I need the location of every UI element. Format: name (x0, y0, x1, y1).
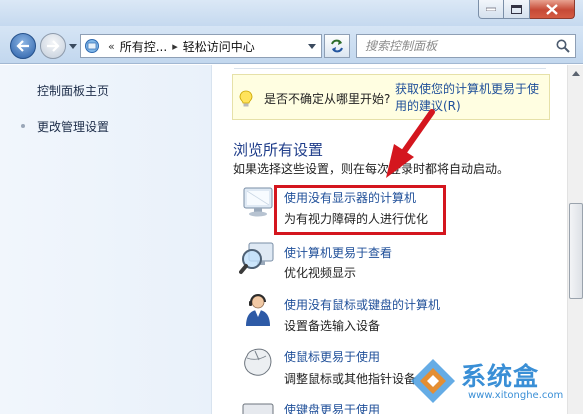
minimize-button[interactable] (478, 0, 504, 19)
setting-desc-no-mouse-keyboard: 设置备选输入设备 (284, 319, 381, 333)
tip-question: 是否不确定从哪里开始? (264, 92, 391, 106)
breadcrumb-separator-icon[interactable]: ▸ (167, 40, 183, 53)
setting-link-easier-to-see[interactable]: 使计算机更易于查看 (284, 244, 392, 261)
magnifier-monitor-icon (239, 242, 274, 274)
scrollbar-thumb[interactable] (569, 203, 583, 299)
setting-link-keyboard-easier[interactable]: 使键盘更易于使用 (284, 401, 380, 414)
search-input[interactable] (357, 35, 551, 57)
setting-desc-easier-to-see: 优化视频显示 (284, 266, 357, 280)
search-box[interactable] (356, 34, 576, 58)
address-bar[interactable]: « 所有控... ▸ 轻松访问中心 (80, 34, 322, 58)
divider (234, 68, 546, 69)
window-controls (478, 0, 575, 19)
chevron-down-icon (69, 43, 77, 49)
navigation-bar: « 所有控... ▸ 轻松访问中心 (0, 26, 583, 64)
mouse-icon (244, 348, 272, 376)
section-description: 如果选择这些设置，则在每次登录时都将自动启动。 (233, 162, 510, 176)
close-button[interactable] (530, 0, 575, 19)
breadcrumb-ease-of-access[interactable]: 轻松访问中心 (183, 38, 255, 55)
bullet-icon (21, 124, 25, 128)
watermark-logo-icon (411, 359, 455, 403)
refresh-icon (331, 39, 343, 53)
highlight-box (274, 185, 446, 235)
scroll-up-button[interactable] (568, 65, 583, 82)
section-heading: 浏览所有设置 (233, 141, 324, 159)
maximize-icon (511, 4, 522, 14)
monitor-icon (243, 187, 273, 217)
watermark-url: www.xitonghe.com (468, 390, 564, 401)
watermark: 系统盒 www.xitonghe.com (408, 352, 583, 414)
setting-link-no-mouse-keyboard[interactable]: 使用没有鼠标或键盘的计算机 (284, 296, 440, 313)
back-button[interactable] (10, 33, 36, 59)
maximize-button[interactable] (504, 0, 530, 19)
title-bar (0, 0, 583, 26)
back-arrow-icon (16, 40, 29, 52)
forward-arrow-icon (47, 40, 60, 52)
recommendations-link[interactable]: 获取使您的计算机更易于使用的建议(R) (395, 81, 545, 115)
close-icon (546, 3, 558, 15)
sidebar-item-control-panel-home[interactable]: 控制面板主页 (37, 82, 109, 99)
minimize-icon (486, 7, 496, 11)
person-headset-icon (246, 294, 270, 326)
address-dropdown-button[interactable] (303, 35, 321, 57)
tip-box: 是否不确定从哪里开始? 获取使您的计算机更易于使用的建议(R) (232, 74, 550, 120)
forward-button[interactable] (40, 33, 66, 59)
chevron-up-icon (572, 71, 580, 76)
sidebar-item-change-admin-settings[interactable]: 更改管理设置 (37, 118, 109, 135)
control-panel-icon (81, 35, 103, 57)
recent-pages-dropdown[interactable] (68, 41, 78, 51)
watermark-name: 系统盒 (461, 362, 540, 391)
keyboard-icon (242, 403, 274, 414)
chevron-down-icon (308, 43, 316, 49)
lightbulb-icon (239, 90, 253, 107)
left-nav-pane: 控制面板主页 更改管理设置 (0, 65, 212, 414)
breadcrumb-overflow[interactable]: « (103, 40, 120, 53)
setting-desc-mouse-easier: 调整鼠标或其他指针设备 (284, 372, 417, 386)
breadcrumb-all-control-panel[interactable]: 所有控... (120, 38, 167, 55)
search-icon[interactable] (551, 35, 575, 57)
refresh-button[interactable] (324, 34, 350, 58)
setting-link-mouse-easier[interactable]: 使鼠标更易于使用 (284, 348, 380, 365)
